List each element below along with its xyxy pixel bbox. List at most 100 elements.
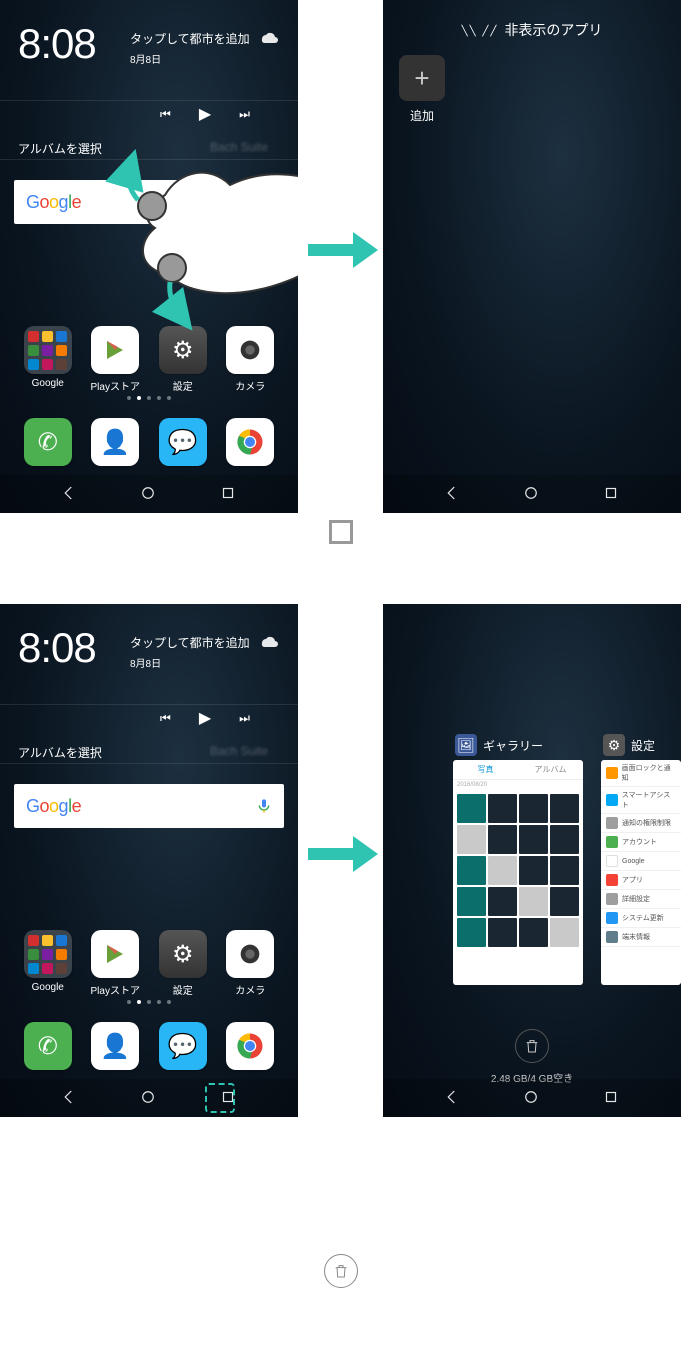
nav-back-button[interactable]	[443, 1088, 463, 1108]
recent-cards-row[interactable]: 🖼 ギャラリー 写真アルバム 2016/08/20	[453, 734, 681, 994]
play-icon[interactable]: ▶	[199, 104, 211, 124]
prev-track-icon[interactable]: ⏮	[160, 711, 171, 726]
recent-card-gallery[interactable]: 🖼 ギャラリー 写真アルバム 2016/08/20	[453, 734, 583, 994]
clock-widget[interactable]: 8:08	[18, 20, 96, 68]
settings-row: 通知の権限制限	[622, 818, 671, 828]
dock-contacts[interactable]: 👤	[85, 1022, 145, 1070]
app-label: カメラ	[235, 378, 265, 393]
settings-row: システム更新	[622, 913, 664, 923]
folder-icon	[24, 326, 72, 374]
google-logo: Google	[26, 192, 81, 213]
app-camera[interactable]: カメラ	[220, 326, 280, 393]
nav-recent-button[interactable]	[602, 1088, 622, 1108]
google-logo: Google	[26, 796, 81, 817]
app-google-folder[interactable]: Google	[18, 930, 78, 997]
dock-contacts[interactable]: 👤	[85, 418, 145, 466]
dock-chrome[interactable]	[220, 418, 280, 466]
messages-icon: 💬	[159, 418, 207, 466]
diagram-hidden-apps: 8:08 タップして都市を追加 8月8日 ⏮ ▶ ⏭ アルバムを選択 Bach …	[0, 0, 681, 520]
nav-back-button[interactable]	[443, 484, 463, 504]
eyelash-icon: ╲╲ ╱╱	[462, 26, 499, 37]
app-label: カメラ	[235, 982, 265, 997]
status-bar	[0, 604, 298, 622]
app-settings[interactable]: ⚙ 設定	[153, 930, 213, 997]
nav-back-button[interactable]	[60, 1088, 80, 1108]
recent-button-symbol	[329, 520, 353, 544]
playstore-icon	[91, 326, 139, 374]
prev-track-icon[interactable]: ⏮	[160, 107, 171, 122]
card-header: 🖼 ギャラリー	[453, 734, 583, 756]
folder-icon	[24, 930, 72, 978]
dock-messages[interactable]: 💬	[153, 1022, 213, 1070]
app-label: Playストア	[91, 982, 140, 997]
chrome-icon	[226, 1022, 274, 1070]
dock-phone[interactable]: ✆	[18, 1022, 78, 1070]
next-track-icon[interactable]: ⏭	[239, 107, 250, 122]
pinch-out-gesture	[60, 150, 298, 330]
nav-home-button[interactable]	[139, 1088, 159, 1108]
trash-icon	[524, 1038, 540, 1054]
blurred-track-name: Bach Suite	[210, 744, 268, 758]
add-hidden-app[interactable]: + 追加	[399, 55, 445, 124]
flow-arrow-icon	[308, 836, 378, 872]
album-select-label[interactable]: アルバムを選択	[18, 744, 102, 761]
weather-widget[interactable]: タップして都市を追加 8月8日	[130, 30, 250, 66]
app-camera[interactable]: カメラ	[220, 930, 280, 997]
weather-icon	[256, 24, 280, 48]
add-label: 追加	[399, 107, 445, 124]
dock-phone[interactable]: ✆	[18, 418, 78, 466]
weather-hint: タップして都市を追加	[130, 634, 250, 651]
nav-recent-button[interactable]	[602, 484, 622, 504]
plus-icon: +	[399, 55, 445, 101]
settings-row: 画面ロックと通知	[622, 763, 676, 783]
dock-row: ✆ 👤 💬	[14, 1022, 284, 1070]
app-label: Google	[32, 378, 64, 389]
phone-home-screen: 8:08 タップして都市を追加 8月8日 ⏮ ▶ ⏭ アルバムを選択 Bach …	[0, 0, 298, 513]
nav-back-button[interactable]	[60, 484, 80, 504]
date-label: 8月8日	[130, 655, 250, 670]
clear-all-button[interactable]	[515, 1029, 549, 1063]
google-search-bar[interactable]: Google	[14, 784, 284, 828]
card-body: 写真アルバム 2016/08/20	[453, 760, 583, 985]
dock-row: ✆ 👤 💬	[14, 418, 284, 466]
blurred-track-name: Bach Suite	[210, 140, 268, 154]
nav-home-button[interactable]	[522, 484, 542, 504]
settings-row: アカウント	[622, 837, 657, 847]
nav-bar	[383, 1079, 681, 1117]
play-icon[interactable]: ▶	[199, 708, 211, 728]
contacts-icon: 👤	[91, 1022, 139, 1070]
gallery-tab-albums: アルバム	[518, 760, 583, 779]
weather-widget[interactable]: タップして都市を追加 8月8日	[130, 634, 250, 670]
app-label: 設定	[173, 378, 193, 393]
app-playstore[interactable]: Playストア	[85, 930, 145, 997]
next-track-icon[interactable]: ⏭	[239, 711, 250, 726]
settings-icon: ⚙	[159, 930, 207, 978]
gallery-date: 2016/08/20	[453, 780, 583, 790]
app-playstore[interactable]: Playストア	[85, 326, 145, 393]
dock-chrome[interactable]	[220, 1022, 280, 1070]
google-search-bar[interactable]: Google	[14, 180, 178, 224]
recent-card-settings[interactable]: ⚙ 設定 画面ロックと通知 スマートアシスト 通知の権限制限 アカウント Goo…	[601, 734, 681, 994]
nav-home-button[interactable]	[522, 1088, 542, 1108]
camera-icon	[226, 326, 274, 374]
album-select-label[interactable]: アルバムを選択	[18, 140, 102, 157]
card-header: ⚙ 設定	[601, 734, 681, 756]
nav-recent-button[interactable]	[219, 484, 239, 504]
camera-icon	[226, 930, 274, 978]
hidden-apps-title-text: 非表示のアプリ	[504, 22, 602, 38]
clock-widget[interactable]: 8:08	[18, 624, 96, 672]
dock-messages[interactable]: 💬	[153, 418, 213, 466]
nav-recent-button[interactable]	[219, 1088, 239, 1108]
music-controls: ⏮ ▶ ⏭	[160, 104, 250, 124]
hidden-apps-title: ╲╲ ╱╱ 非表示のアプリ	[383, 20, 681, 40]
app-google-folder[interactable]: Google	[18, 326, 78, 393]
contacts-icon: 👤	[91, 418, 139, 466]
nav-bar	[0, 1079, 298, 1117]
app-settings[interactable]: ⚙ 設定	[153, 326, 213, 393]
app-label: Playストア	[91, 378, 140, 393]
gallery-tab-photos: 写真	[453, 760, 518, 779]
gallery-thumbnails	[453, 790, 583, 951]
nav-home-button[interactable]	[139, 484, 159, 504]
mic-icon[interactable]	[256, 795, 272, 817]
chrome-icon	[226, 418, 274, 466]
